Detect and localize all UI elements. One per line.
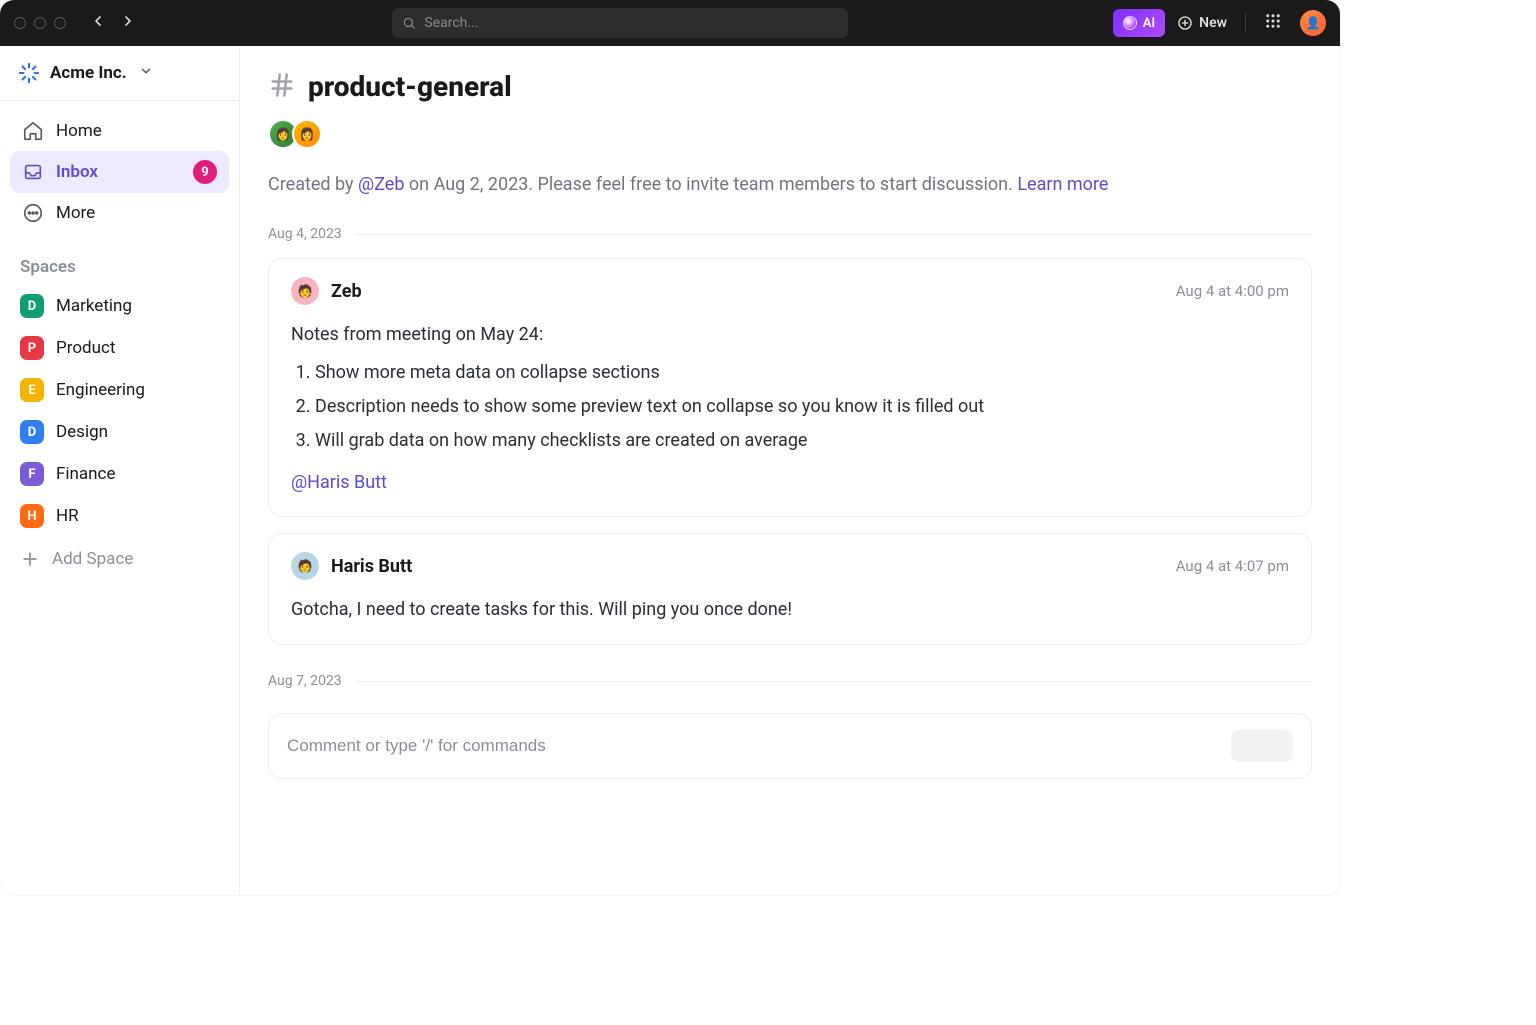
window-controls (14, 17, 66, 29)
workspace-switcher[interactable]: Acme Inc. (0, 46, 239, 101)
inbox-badge: 9 (193, 160, 217, 184)
space-badge-icon: E (20, 378, 44, 402)
topbar: Search... AI New 👤 (0, 0, 1340, 46)
workspace-logo-icon (18, 62, 40, 84)
sidebar-item-more[interactable]: More (10, 193, 229, 233)
user-avatar[interactable]: 👤 (1300, 10, 1326, 36)
message-timestamp: Aug 4 at 4:00 pm (1176, 282, 1289, 300)
author-name[interactable]: Zeb (331, 281, 362, 302)
author-avatar[interactable]: 🧑 (291, 552, 319, 580)
sidebar-item-label: Inbox (56, 162, 98, 182)
more-icon (22, 202, 44, 224)
add-space-button[interactable]: Add Space (0, 537, 239, 581)
plus-circle-icon (1177, 15, 1193, 31)
channel-title: product-general (308, 70, 512, 103)
divider (356, 681, 1312, 682)
message-list-item: Description needs to show some preview t… (315, 393, 1289, 421)
member-avatar: 👩 (292, 119, 322, 149)
search-icon (402, 16, 416, 30)
ai-label: AI (1143, 16, 1155, 31)
space-label: Finance (56, 464, 115, 484)
sidebar-item-space[interactable]: E Engineering (0, 369, 239, 411)
space-label: HR (56, 506, 79, 526)
mention[interactable]: @Haris Butt (291, 472, 387, 493)
author-avatar[interactable]: 🧑 (291, 277, 319, 305)
space-badge-icon: F (20, 462, 44, 486)
date-separator: Aug 7, 2023 (268, 673, 1312, 689)
workspace-name: Acme Inc. (50, 63, 127, 83)
channel-desc-text: Created by (268, 174, 358, 195)
hash-icon (268, 71, 296, 103)
plus-icon (20, 549, 40, 569)
message: 🧑 Haris Butt Aug 4 at 4:07 pm Gotcha, I … (268, 533, 1312, 645)
spaces-list: D Marketing P Product E Engineering D Design F Fi… (0, 285, 239, 537)
home-icon (22, 120, 44, 142)
sidebar-item-space[interactable]: H HR (0, 495, 239, 537)
search-placeholder: Search... (424, 15, 478, 31)
send-button[interactable] (1231, 730, 1293, 762)
message-list-item: Show more meta data on collapse sections (315, 359, 1289, 387)
search-input[interactable]: Search... (392, 8, 848, 38)
space-label: Product (56, 338, 115, 358)
sidebar-item-label: More (56, 203, 95, 223)
sidebar-item-space[interactable]: F Finance (0, 453, 239, 495)
space-badge-icon: D (20, 420, 44, 444)
date-label: Aug 4, 2023 (268, 226, 342, 242)
channel-description: Created by @Zeb on Aug 2, 2023. Please f… (268, 171, 1312, 198)
comment-composer[interactable] (268, 713, 1312, 779)
message-list-item: Will grab data on how many checklists ar… (315, 427, 1289, 455)
main-content: product-general 👩 👩 Created by @Zeb on A… (240, 46, 1340, 895)
sidebar-item-label: Home (56, 121, 102, 141)
message-text: Notes from meeting on May 24: (291, 321, 1289, 349)
inbox-icon (22, 161, 44, 183)
sidebar: Acme Inc. Home Inbox 9 More (0, 46, 240, 895)
space-badge-icon: P (20, 336, 44, 360)
comment-input[interactable] (287, 736, 1231, 756)
new-button[interactable]: New (1177, 15, 1227, 31)
ai-icon (1123, 16, 1137, 30)
channel-desc-text: on Aug 2, 2023. Please feel free to invi… (404, 174, 1017, 195)
maximize-window-icon[interactable] (54, 17, 66, 29)
ai-button[interactable]: AI (1113, 9, 1165, 37)
new-label: New (1199, 15, 1227, 31)
message-timestamp: Aug 4 at 4:07 pm (1176, 557, 1289, 575)
space-label: Design (56, 422, 108, 442)
channel-members[interactable]: 👩 👩 (268, 119, 1312, 149)
message-text: Gotcha, I need to create tasks for this.… (291, 596, 1289, 624)
chevron-down-icon (139, 63, 153, 83)
date-label: Aug 7, 2023 (268, 673, 342, 689)
space-badge-icon: D (20, 294, 44, 318)
divider (1245, 13, 1246, 33)
add-space-label: Add Space (52, 549, 133, 569)
close-window-icon[interactable] (14, 17, 26, 29)
sidebar-item-space[interactable]: D Marketing (0, 285, 239, 327)
minimize-window-icon[interactable] (34, 17, 46, 29)
divider (356, 234, 1312, 235)
apps-grid-icon[interactable] (1264, 12, 1282, 34)
sidebar-item-home[interactable]: Home (10, 111, 229, 151)
space-badge-icon: H (20, 504, 44, 528)
message: 🧑 Zeb Aug 4 at 4:00 pm Notes from meetin… (268, 258, 1312, 517)
sidebar-item-inbox[interactable]: Inbox 9 (10, 151, 229, 193)
nav-back-icon[interactable] (90, 13, 106, 33)
space-label: Marketing (56, 296, 132, 316)
nav-forward-icon[interactable] (120, 13, 136, 33)
author-name[interactable]: Haris Butt (331, 556, 412, 577)
learn-more-link[interactable]: Learn more (1017, 174, 1108, 195)
creator-mention[interactable]: @Zeb (358, 174, 404, 195)
date-separator: Aug 4, 2023 (268, 226, 1312, 242)
space-label: Engineering (56, 380, 145, 400)
sidebar-item-space[interactable]: D Design (0, 411, 239, 453)
sidebar-item-space[interactable]: P Product (0, 327, 239, 369)
spaces-header: Spaces (0, 243, 239, 285)
